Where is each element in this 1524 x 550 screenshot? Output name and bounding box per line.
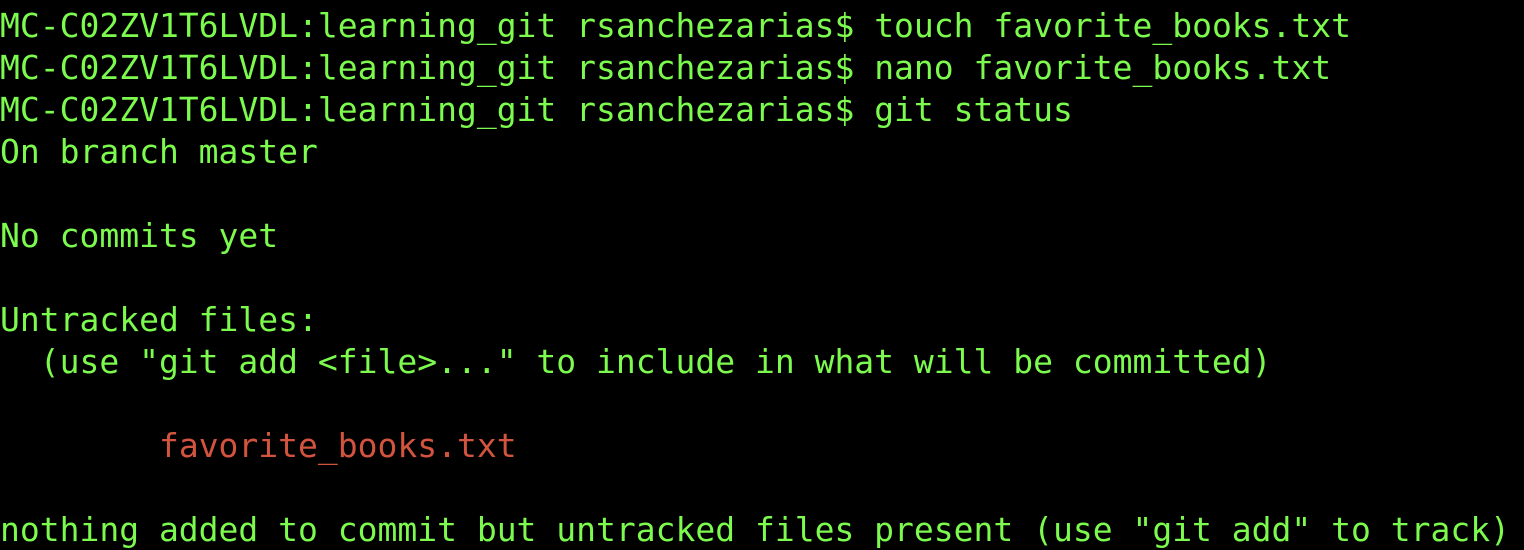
output-untracked-hint: (use "git add <file>..." to include in w…	[0, 342, 1272, 381]
command-nano: nano favorite_books.txt	[874, 48, 1332, 87]
shell-prompt: MC-C02ZV1T6LVDL:learning_git rsanchezari…	[0, 6, 875, 45]
untracked-file-name: favorite_books.txt	[158, 426, 517, 465]
prompt-line-nano: MC-C02ZV1T6LVDL:learning_git rsanchezari…	[0, 47, 1331, 89]
shell-prompt: MC-C02ZV1T6LVDL:learning_git rsanchezari…	[0, 90, 875, 129]
prompt-line-status: MC-C02ZV1T6LVDL:learning_git rsanchezari…	[0, 89, 1073, 131]
output-branch: On branch master	[0, 132, 318, 171]
command-git-status: git status	[874, 90, 1073, 129]
prompt-line-touch: MC-C02ZV1T6LVDL:learning_git rsanchezari…	[0, 5, 1351, 47]
output-untracked-header: Untracked files:	[0, 300, 318, 339]
command-touch: touch favorite_books.txt	[874, 6, 1352, 45]
output-untracked-file-line: favorite_books.txt	[0, 425, 517, 467]
shell-prompt: MC-C02ZV1T6LVDL:learning_git rsanchezari…	[0, 48, 875, 87]
output-summary: nothing added to commit but untracked fi…	[0, 510, 1510, 549]
terminal-window[interactable]: MC-C02ZV1T6LVDL:learning_git rsanchezari…	[0, 0, 1524, 550]
output-no-commits: No commits yet	[0, 216, 279, 255]
